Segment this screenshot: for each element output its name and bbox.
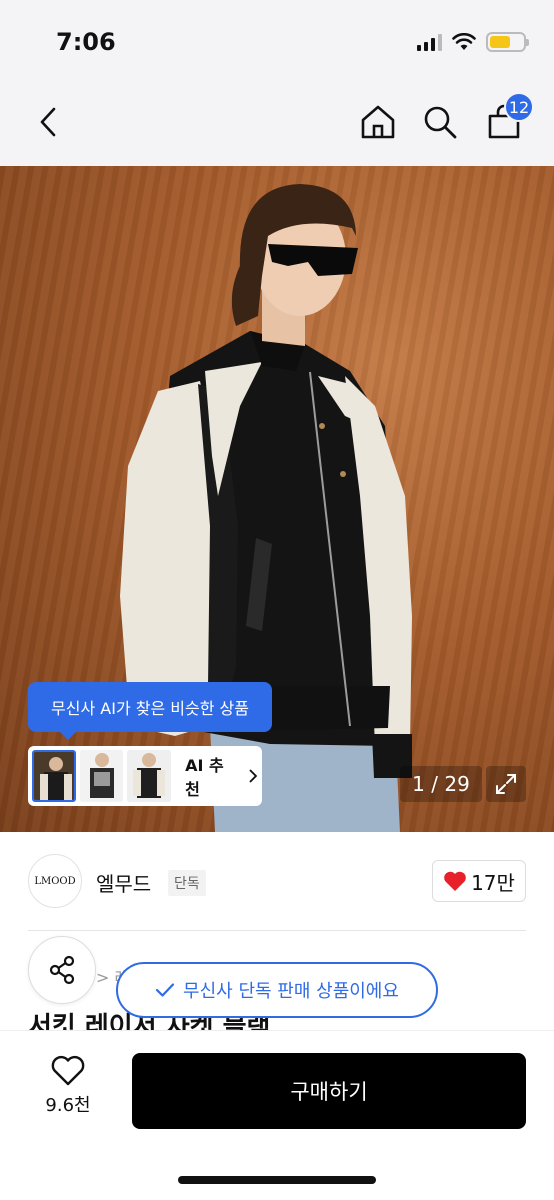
- purchase-bar: 9.6천 구매하기: [0, 1030, 554, 1200]
- exclusive-notice-text: 무신사 단독 판매 상품이에요: [183, 981, 399, 1002]
- ai-thumbnail[interactable]: [32, 750, 76, 802]
- status-icons: [417, 32, 529, 52]
- battery-icon: [486, 32, 529, 52]
- home-button[interactable]: [356, 100, 400, 144]
- search-button[interactable]: [418, 100, 462, 144]
- buy-button[interactable]: 구매하기: [132, 1053, 526, 1129]
- cart-count-badge: 12: [504, 92, 534, 122]
- brand-name[interactable]: 엘무드: [96, 868, 151, 897]
- divider: [28, 930, 526, 931]
- chevron-left-icon: [40, 107, 56, 137]
- cart-button[interactable]: 12: [482, 92, 534, 144]
- brand-like-count: 17만: [471, 870, 515, 895]
- ai-recommend-strip[interactable]: AI 추천: [28, 746, 262, 806]
- product-image-gallery[interactable]: 1 / 29: [0, 166, 554, 832]
- ai-thumbnail[interactable]: [79, 750, 124, 802]
- share-icon: [49, 955, 75, 985]
- search-icon: [424, 106, 457, 139]
- brand-logo[interactable]: LMOOD: [28, 854, 82, 908]
- photo-counter: 1 / 29: [400, 766, 482, 802]
- exclusive-notice-toast: 무신사 단독 판매 상품이에요: [116, 962, 438, 1018]
- wifi-icon: [452, 33, 476, 50]
- expand-icon: [496, 774, 516, 794]
- exclusive-tag: 단독: [168, 870, 206, 896]
- top-nav-bar: 12: [0, 86, 554, 166]
- wishlist-count: 9.6천: [45, 1095, 91, 1116]
- brand-row: LMOOD 엘무드 단독 17만: [0, 832, 554, 930]
- ai-recommend-label: AI 추천: [185, 756, 224, 799]
- wishlist-button[interactable]: 9.6천: [28, 1055, 108, 1131]
- status-bar: 7:06: [0, 0, 554, 86]
- home-icon: [361, 105, 395, 139]
- status-time: 7:06: [56, 28, 116, 56]
- back-button[interactable]: [26, 100, 70, 144]
- product-photo-model: [120, 184, 412, 832]
- ai-recommend-link[interactable]: AI 추천: [185, 752, 258, 800]
- expand-image-button[interactable]: [486, 766, 526, 802]
- ai-similar-tooltip[interactable]: 무신사 AI가 찾은 비슷한 상품: [28, 682, 272, 740]
- check-icon: [155, 983, 175, 997]
- heart-filled-icon: [444, 871, 466, 891]
- brand-like-button[interactable]: 17만: [432, 860, 526, 902]
- cellular-signal-icon: [417, 33, 442, 51]
- home-indicator: [178, 1176, 376, 1184]
- share-button[interactable]: [28, 936, 96, 1004]
- ai-thumbnail[interactable]: [127, 750, 172, 802]
- chevron-right-icon: [249, 769, 258, 783]
- heart-outline-icon: [51, 1055, 85, 1086]
